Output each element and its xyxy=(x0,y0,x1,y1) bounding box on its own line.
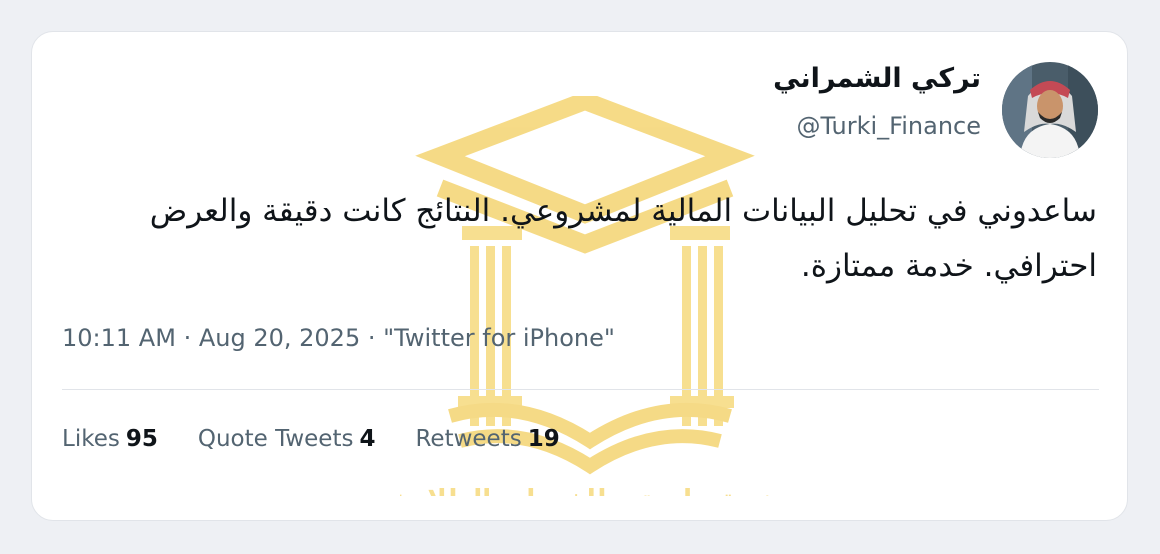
tweet-meta: 10:11 AM · Aug 20, 2025 · "Twitter for i… xyxy=(62,324,615,352)
quote-tweets-stat[interactable]: Quote Tweets 4 xyxy=(198,426,376,452)
tweet-time[interactable]: 10:11 AM xyxy=(62,324,176,352)
avatar[interactable] xyxy=(1002,62,1098,158)
user-handle[interactable]: @Turki_Finance xyxy=(797,112,981,140)
tweet-stats: Likes 95 Quote Tweets 4 Retweets 19 xyxy=(62,426,560,452)
tweet-card: منصة جامعتي للخدمات الطلابية تركي الشمرا… xyxy=(31,31,1128,521)
user-avatar-icon xyxy=(1002,62,1098,158)
likes-stat[interactable]: Likes 95 xyxy=(62,426,158,452)
retweets-count: 19 xyxy=(527,426,560,452)
retweets-stat[interactable]: Retweets 19 xyxy=(415,426,559,452)
meta-separator: · xyxy=(183,324,192,352)
likes-label: Likes xyxy=(62,426,120,452)
display-name[interactable]: تركي الشمراني xyxy=(773,63,981,94)
quote-tweets-label: Quote Tweets xyxy=(197,426,354,452)
tweet-text: ساعدوني في تحليل البيانات المالية لمشروع… xyxy=(149,193,1097,284)
meta-separator: · xyxy=(367,324,376,352)
tweet-date[interactable]: Aug 20, 2025 xyxy=(199,324,360,352)
retweets-label: Retweets xyxy=(415,426,522,452)
divider xyxy=(62,389,1099,390)
quote-tweets-count: 4 xyxy=(359,426,376,452)
likes-count: 95 xyxy=(125,426,158,452)
watermark-text: منصة جامعتي للخدمات الطلابية xyxy=(400,485,780,496)
tweet-source: "Twitter for iPhone" xyxy=(383,324,615,352)
